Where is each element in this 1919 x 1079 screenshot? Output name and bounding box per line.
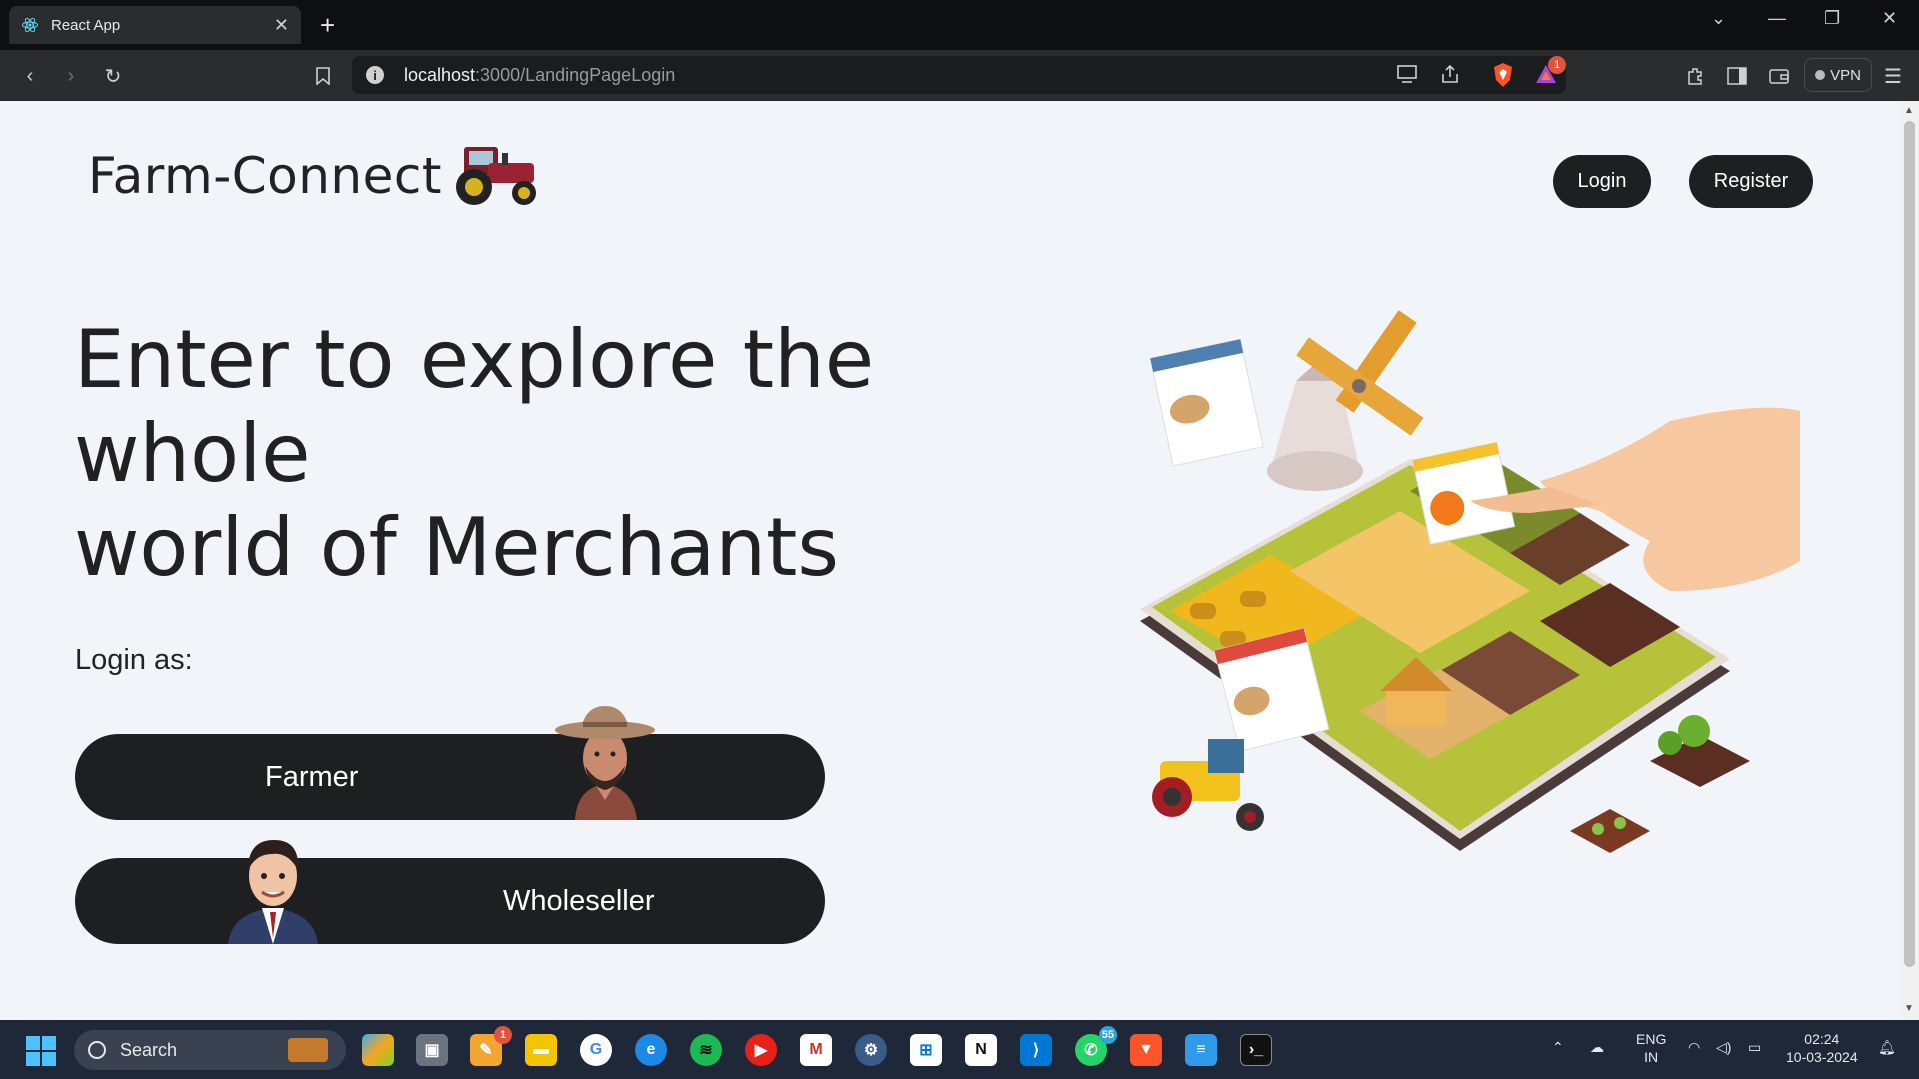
notifications-icon[interactable]: 🔔︎	[1878, 1038, 1896, 1056]
scroll-down-icon[interactable]: ▼	[1904, 1003, 1914, 1014]
task-view-icon[interactable]: ▣	[416, 1034, 448, 1066]
language-code: ENG	[1636, 1031, 1667, 1047]
youtube-music-icon[interactable]: ▶	[745, 1034, 777, 1066]
windows-taskbar: Search ▣ ✎ 1 ▬ G e ≋ ▶ M ⚙ ⊞ N ⟩ ✆ 55 ▼ …	[0, 1020, 1919, 1079]
taskbar-search[interactable]: Search	[74, 1030, 346, 1070]
bookmark-icon[interactable]	[310, 63, 336, 89]
region-code: IN	[1644, 1049, 1659, 1065]
wallet-icon[interactable]	[1766, 63, 1792, 89]
file-explorer-icon[interactable]: ▬	[525, 1034, 557, 1066]
hero-line-2: world of Merchants	[74, 501, 840, 594]
browser-tab-bar: React App ✕ + ⌄ — ❐ ✕	[0, 0, 1919, 50]
sticky-notes-icon[interactable]: ✎ 1	[470, 1026, 512, 1066]
clock-time: 02:24	[1804, 1031, 1840, 1047]
site-info-icon[interactable]: i	[366, 66, 384, 84]
login-button[interactable]: Login	[1553, 155, 1651, 208]
vpn-label: VPN	[1830, 66, 1861, 84]
vpn-status-icon	[1815, 70, 1826, 80]
forward-icon[interactable]: ›	[58, 63, 84, 89]
register-button[interactable]: Register	[1689, 155, 1813, 208]
spotify-icon[interactable]: ≋	[690, 1034, 722, 1066]
scrollbar-thumb[interactable]	[1904, 121, 1915, 967]
tractor-logo-icon	[456, 147, 536, 205]
wholeseller-login-button[interactable]: Wholeseller	[75, 840, 825, 944]
settings-icon[interactable]: ⚙	[855, 1034, 887, 1066]
windows-start-icon[interactable]	[26, 1036, 56, 1066]
cast-icon[interactable]	[1396, 64, 1418, 89]
show-hidden-icons-icon[interactable]: ⌃	[1552, 1038, 1564, 1056]
brave-rewards-icon[interactable]: 1	[1534, 56, 1566, 91]
restore-icon[interactable]: ❐	[1824, 8, 1840, 29]
notes-badge: 1	[494, 1026, 512, 1044]
notion-icon[interactable]: N	[965, 1034, 997, 1066]
clock[interactable]: 02:24 10-03-2024	[1786, 1030, 1858, 1066]
url-host: localhost	[404, 64, 476, 85]
minimize-icon[interactable]: —	[1768, 8, 1786, 29]
share-icon[interactable]	[1440, 64, 1460, 89]
address-bar[interactable]: i localhost:3000/LandingPageLogin 1	[352, 56, 1566, 94]
search-icon	[88, 1041, 106, 1059]
wifi-icon[interactable]: ◠	[1688, 1038, 1700, 1056]
terminal-icon[interactable]: ›_	[1240, 1034, 1272, 1066]
browser-tab[interactable]: React App ✕	[9, 6, 301, 44]
edge-icon[interactable]: e	[635, 1034, 667, 1066]
tab-title: React App	[51, 16, 121, 34]
back-icon[interactable]: ‹	[17, 63, 43, 89]
vscode-icon[interactable]: ⟩	[1020, 1034, 1052, 1066]
farmer-login-button[interactable]: Farmer	[75, 706, 825, 820]
hero-heading: Enter to explore the whole world of Merc…	[74, 313, 1034, 595]
sidebar-icon[interactable]	[1724, 63, 1750, 89]
onedrive-icon[interactable]: ☁	[1590, 1038, 1604, 1056]
search-highlight-icon	[288, 1038, 328, 1062]
wholeseller-label: Wholeseller	[503, 884, 655, 917]
hero-line-1: Enter to explore the whole	[74, 313, 875, 500]
page-scrollbar[interactable]: ▲ ▼	[1900, 101, 1919, 1020]
gmail-icon[interactable]: M	[800, 1034, 832, 1066]
language-indicator[interactable]: ENG IN	[1636, 1030, 1666, 1066]
volume-icon[interactable]: ◁)	[1716, 1038, 1731, 1056]
search-label: Search	[120, 1039, 178, 1060]
battery-icon[interactable]: ▭	[1748, 1038, 1761, 1056]
browser-toolbar: ‹ › ↻ i localhost:3000/LandingPageLogin …	[0, 50, 1919, 101]
brand-title: Farm-Connect	[88, 147, 442, 205]
landing-page: Farm-Connect Login Register Enter to exp…	[0, 101, 1900, 1020]
close-tab-icon[interactable]: ✕	[274, 15, 289, 36]
farmer-avatar-icon	[555, 706, 655, 820]
whatsapp-icon[interactable]: ✆ 55	[1075, 1026, 1117, 1066]
google-chrome-icon[interactable]: G	[580, 1034, 612, 1066]
url-path: :3000/LandingPageLogin	[475, 64, 676, 85]
copilot-icon[interactable]	[362, 1034, 394, 1066]
microsoft-store-icon[interactable]: ⊞	[910, 1034, 942, 1066]
vpn-button[interactable]: VPN	[1804, 58, 1872, 92]
close-window-icon[interactable]: ✕	[1882, 8, 1897, 29]
brave-browser-icon[interactable]: ▼	[1130, 1034, 1162, 1066]
wholeseller-avatar-icon	[228, 840, 318, 944]
scroll-up-icon[interactable]: ▲	[1904, 105, 1914, 116]
whatsapp-badge: 55	[1098, 1026, 1117, 1044]
extensions-icon[interactable]	[1682, 63, 1708, 89]
brave-shield-icon[interactable]	[1492, 62, 1514, 93]
login-as-label: Login as:	[75, 644, 193, 676]
tab-search-icon[interactable]: ⌄	[1711, 8, 1726, 29]
reload-icon[interactable]: ↻	[100, 63, 126, 89]
new-tab-button[interactable]: +	[320, 10, 335, 40]
rewards-badge: 1	[1548, 56, 1566, 74]
clock-date: 10-03-2024	[1786, 1049, 1858, 1065]
notepad-icon[interactable]: ≡	[1185, 1034, 1217, 1066]
farm-illustration	[1140, 310, 1800, 853]
farmer-label: Farmer	[265, 760, 359, 793]
react-icon	[22, 17, 38, 33]
menu-icon[interactable]: ☰	[1880, 63, 1906, 89]
